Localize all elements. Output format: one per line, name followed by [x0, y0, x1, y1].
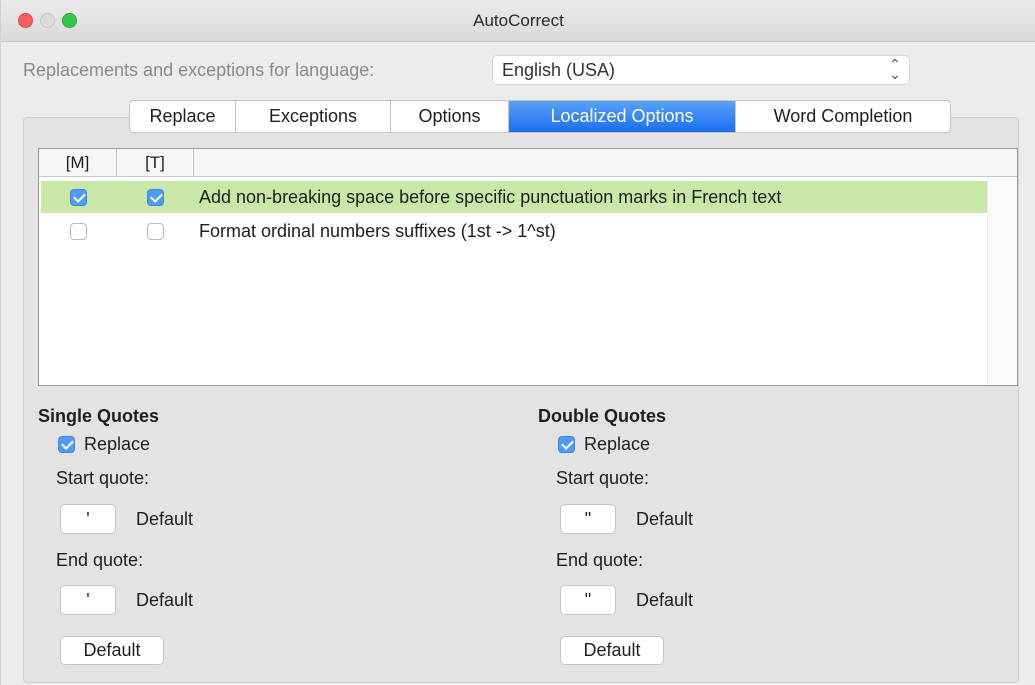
language-select[interactable]: English (USA) ⌃ ⌄	[492, 55, 910, 85]
tab-exceptions[interactable]: Exceptions	[236, 101, 391, 132]
double-replace-label: Replace	[584, 434, 651, 454]
double-end-quote-default: Default	[636, 590, 694, 610]
window-title: AutoCorrect	[473, 11, 564, 30]
double-start-quote-label: Start quote:	[556, 468, 650, 488]
tab-replace[interactable]: Replace	[130, 101, 236, 132]
tab-bar: Replace Exceptions Options Localized Opt…	[129, 100, 951, 133]
single-start-quote-default: Default	[136, 509, 194, 529]
autocorrect-window: AutoCorrect Replacements and exceptions …	[0, 0, 1035, 685]
row-m-checkbox[interactable]	[70, 189, 87, 206]
double-start-quote-button[interactable]: "	[560, 504, 616, 534]
row-t-checkbox[interactable]	[147, 223, 164, 240]
list-row[interactable]: Format ordinal numbers suffixes (1st -> …	[41, 215, 989, 247]
tab-localized-options[interactable]: Localized Options	[509, 101, 736, 132]
column-header-t[interactable]: [T]	[117, 149, 194, 176]
single-default-button[interactable]: Default	[60, 636, 164, 665]
row-label: Format ordinal numbers suffixes (1st -> …	[199, 221, 556, 241]
row-m-checkbox[interactable]	[70, 223, 87, 240]
double-default-button[interactable]: Default	[560, 636, 664, 665]
single-end-quote-label: End quote:	[56, 550, 144, 570]
double-start-quote-default: Default	[636, 509, 694, 529]
localized-options-list[interactable]: [M] [T] Add non-breaking space before sp…	[38, 148, 1018, 386]
double-quotes-heading: Double Quotes	[538, 406, 667, 426]
single-replace-checkbox[interactable]	[58, 436, 75, 453]
single-replace-label: Replace	[84, 434, 151, 454]
tab-options[interactable]: Options	[391, 101, 509, 132]
single-end-quote-button[interactable]: '	[60, 585, 116, 615]
tab-word-completion[interactable]: Word Completion	[736, 101, 950, 132]
single-quotes-heading: Single Quotes	[38, 406, 160, 426]
updown-chevron-icon: ⌃ ⌄	[889, 56, 901, 82]
title-bar[interactable]: AutoCorrect	[1, 0, 1035, 42]
column-header-m[interactable]: [M]	[39, 149, 117, 176]
list-header: [M] [T]	[39, 149, 1017, 177]
double-end-quote-label: End quote:	[556, 550, 644, 570]
language-label: Replacements and exceptions for language…	[23, 60, 375, 80]
single-end-quote-default: Default	[136, 590, 194, 610]
single-quotes-section: Single Quotes Replace Start quote: ' Def…	[38, 406, 438, 676]
language-select-value: English (USA)	[502, 60, 616, 80]
list-scrollbar[interactable]	[987, 178, 1017, 385]
double-quotes-section: Double Quotes Replace Start quote: " Def…	[538, 406, 938, 676]
double-end-quote-button[interactable]: "	[560, 585, 616, 615]
single-start-quote-label: Start quote:	[56, 468, 150, 488]
double-replace-checkbox[interactable]	[558, 436, 575, 453]
row-t-checkbox[interactable]	[147, 189, 164, 206]
single-start-quote-button[interactable]: '	[60, 504, 116, 534]
list-row[interactable]: Add non-breaking space before specific p…	[41, 181, 989, 213]
row-label: Add non-breaking space before specific p…	[199, 187, 782, 207]
